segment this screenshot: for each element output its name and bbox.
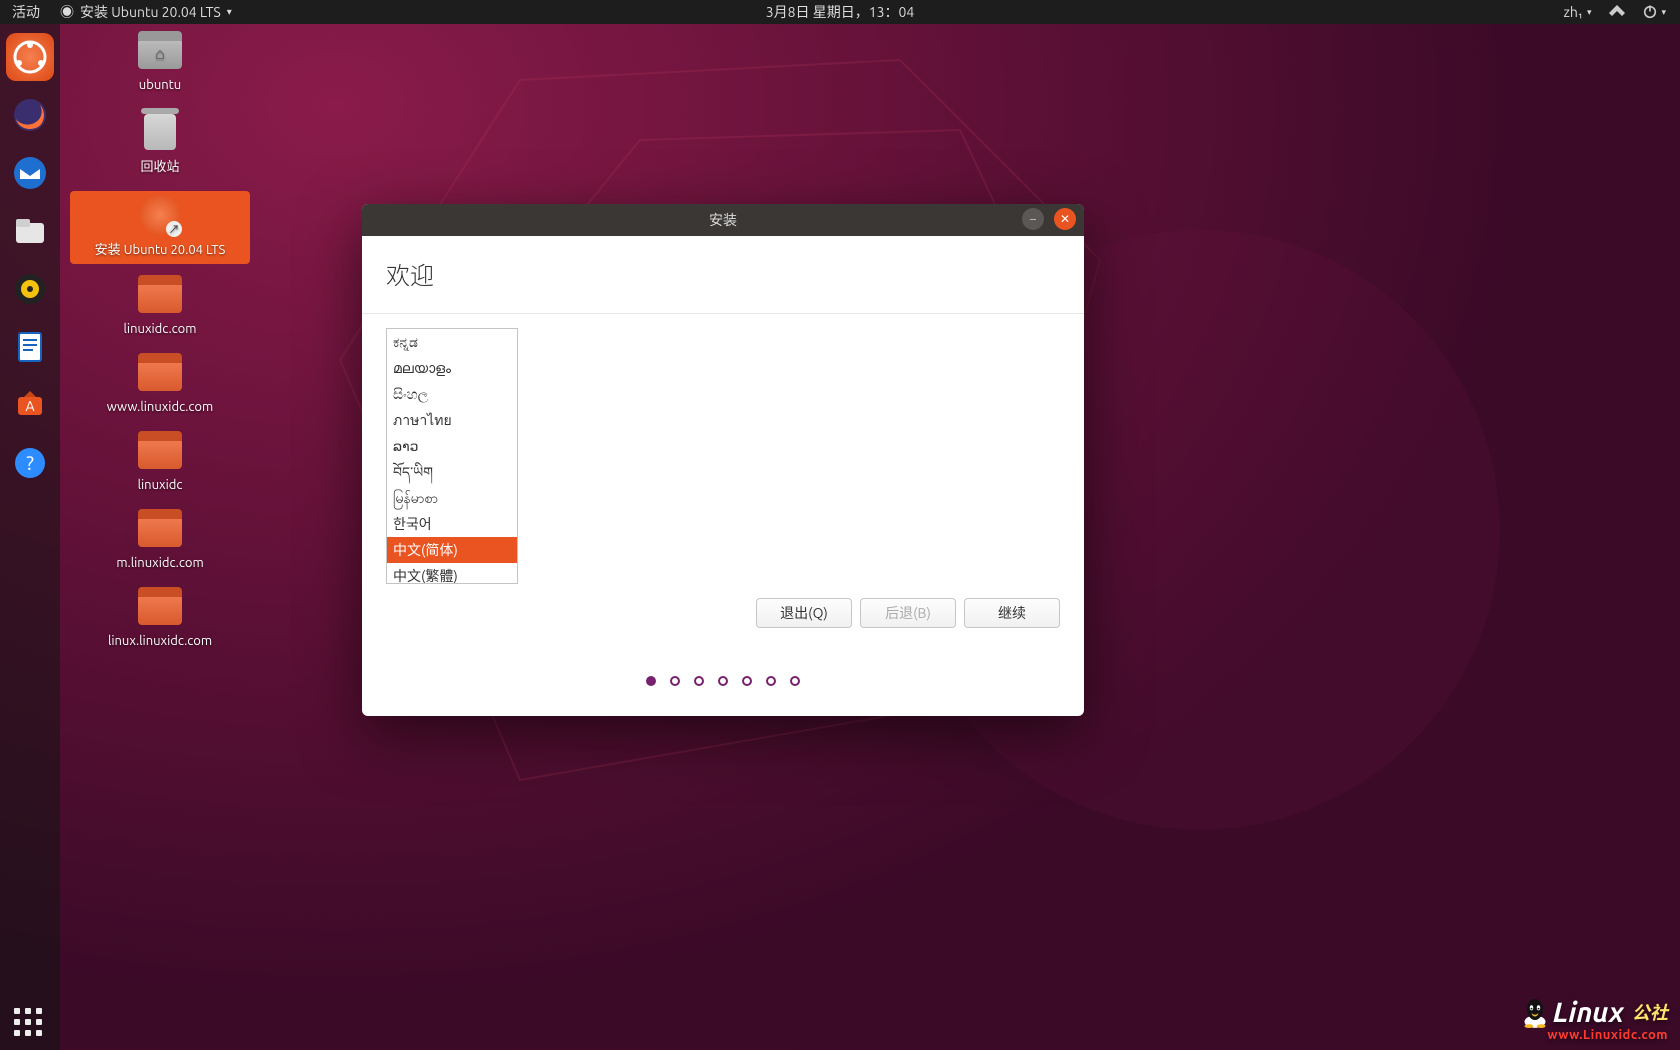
- network-icon[interactable]: [1609, 5, 1625, 19]
- divider: [362, 313, 1084, 314]
- desktop-icon[interactable]: linux.linuxidc.co­m: [70, 586, 250, 654]
- desktop-icon-label: linuxidc.com: [74, 322, 246, 336]
- desktop-icons: ⌂ ubuntu 回收站安装 Ubuntu 20.04 LTS linuxidc.co…: [70, 30, 250, 654]
- folder-icon: ⌂: [138, 36, 182, 72]
- svg-text:?: ?: [26, 451, 34, 474]
- firefox-icon[interactable]: [6, 91, 54, 139]
- watermark-brand-cn: 公社: [1632, 1004, 1668, 1022]
- window-close-button[interactable]: ✕: [1054, 208, 1076, 230]
- watermark-url: www.Linuxidc.com: [1547, 1029, 1668, 1042]
- language-option[interactable]: བོད་ཡིག: [387, 459, 517, 485]
- page-dot[interactable]: [694, 676, 704, 686]
- watermark: Linux 公社 www.Linuxidc.com: [1521, 997, 1668, 1042]
- page-dot[interactable]: [646, 676, 656, 686]
- rhythmbox-icon[interactable]: [6, 265, 54, 313]
- desktop-icon[interactable]: m.linuxidc.com: [70, 508, 250, 576]
- watermark-brand: Linux: [1553, 999, 1624, 1027]
- desktop-icon-label: m.linuxidc.com: [74, 556, 246, 570]
- language-option[interactable]: မြန်မာစာ: [387, 485, 517, 511]
- language-option[interactable]: ಕನ್ನಡ: [387, 329, 517, 355]
- desktop-icon-label: ubuntu: [74, 78, 246, 92]
- window-minimize-button[interactable]: –: [1022, 208, 1044, 230]
- page-dot[interactable]: [670, 676, 680, 686]
- system-tray: zh₁ ▾ ▾: [1563, 4, 1680, 20]
- desktop-icon-label: www.linuxidc.c­om: [74, 400, 246, 414]
- folder-icon: [138, 358, 182, 394]
- desktop-icon-label: 安装 Ubuntu 20.04 LTS: [74, 239, 246, 258]
- language-option[interactable]: 中文(繁體): [387, 563, 517, 584]
- folder-icon: [138, 436, 182, 472]
- activities-button[interactable]: 活动: [0, 2, 52, 22]
- svg-text:A: A: [25, 398, 34, 414]
- app-menu-label: 安装 Ubuntu 20.04 LTS: [80, 2, 221, 22]
- folder-icon: [138, 280, 182, 316]
- desktop-icon-label: linux.linuxidc.co­m: [74, 634, 246, 648]
- close-icon: ✕: [1060, 212, 1070, 226]
- desktop-icon-label: linuxidc: [74, 478, 246, 492]
- language-option[interactable]: മലയാളം: [387, 355, 517, 381]
- language-option[interactable]: සිංහල: [387, 381, 517, 407]
- desktop-icon[interactable]: www.linuxidc.c­om: [70, 352, 250, 420]
- app-menu[interactable]: ◉ 安装 Ubuntu 20.04 LTS ▾: [52, 2, 240, 22]
- desktop-icon[interactable]: ⌂ ubuntu: [70, 30, 250, 98]
- page-indicator: [362, 676, 1084, 686]
- power-menu[interactable]: ▾: [1643, 5, 1666, 19]
- power-icon: [1643, 5, 1657, 19]
- clock[interactable]: 3月8日 星期日，13：04: [766, 2, 915, 22]
- desktop-icon[interactable]: 安装 Ubuntu 20.04 LTS: [70, 191, 250, 264]
- window-title: 安装: [709, 210, 737, 230]
- page-dot[interactable]: [718, 676, 728, 686]
- window-titlebar[interactable]: 安装 – ✕: [362, 204, 1084, 236]
- language-list[interactable]: ಕನ್ನಡമലയാളംසිංහලภาษาไทยລາວབོད་ཡིགမြန်မာစ…: [386, 328, 518, 584]
- ubuntu-software-icon[interactable]: A: [6, 381, 54, 429]
- tux-icon: [1521, 997, 1549, 1029]
- input-method-indicator[interactable]: zh₁ ▾: [1563, 4, 1591, 20]
- language-option[interactable]: 中文(简体): [387, 537, 517, 563]
- installer-window: 安装 – ✕ 欢迎 ಕನ್ನಡമലയാളംසිංහලภาษาไทยລາວབོད་…: [362, 204, 1084, 716]
- desktop-icon[interactable]: linuxidc: [70, 430, 250, 498]
- files-app-icon[interactable]: [6, 33, 54, 81]
- continue-button[interactable]: 继续: [964, 598, 1060, 628]
- language-option[interactable]: ລາວ: [387, 433, 517, 459]
- ubuntu-install-icon: [138, 197, 182, 233]
- page-dot[interactable]: [790, 676, 800, 686]
- show-applications-button[interactable]: [0, 1008, 60, 1040]
- libreoffice-writer-icon[interactable]: [6, 323, 54, 371]
- help-icon[interactable]: ?: [6, 439, 54, 487]
- desktop-icon[interactable]: 回收站: [70, 108, 250, 181]
- back-button: 后退(B): [860, 598, 956, 628]
- chevron-down-icon: ▾: [1661, 7, 1666, 18]
- nautilus-folder-icon[interactable]: [6, 207, 54, 255]
- page-dot[interactable]: [742, 676, 752, 686]
- thunderbird-icon[interactable]: [6, 149, 54, 197]
- dock: A ?: [0, 24, 60, 1050]
- quit-button[interactable]: 退出(Q): [756, 598, 852, 628]
- install-icon: ◉: [60, 2, 74, 22]
- chevron-down-icon: ▾: [1587, 7, 1592, 18]
- folder-icon: [138, 592, 182, 628]
- installer-heading: 欢迎: [386, 256, 1060, 291]
- top-bar: 活动 ◉ 安装 Ubuntu 20.04 LTS ▾ 3月8日 星期日，13：0…: [0, 0, 1680, 24]
- language-option[interactable]: ภาษาไทย: [387, 407, 517, 433]
- trash-icon: [138, 114, 182, 150]
- page-dot[interactable]: [766, 676, 776, 686]
- desktop-icon[interactable]: linuxidc.com: [70, 274, 250, 342]
- language-option[interactable]: 한국어: [387, 511, 517, 537]
- folder-icon: [138, 514, 182, 550]
- show-applications-icon: [14, 1008, 46, 1040]
- chevron-down-icon: ▾: [227, 6, 232, 18]
- desktop-icon-label: 回收站: [74, 156, 246, 175]
